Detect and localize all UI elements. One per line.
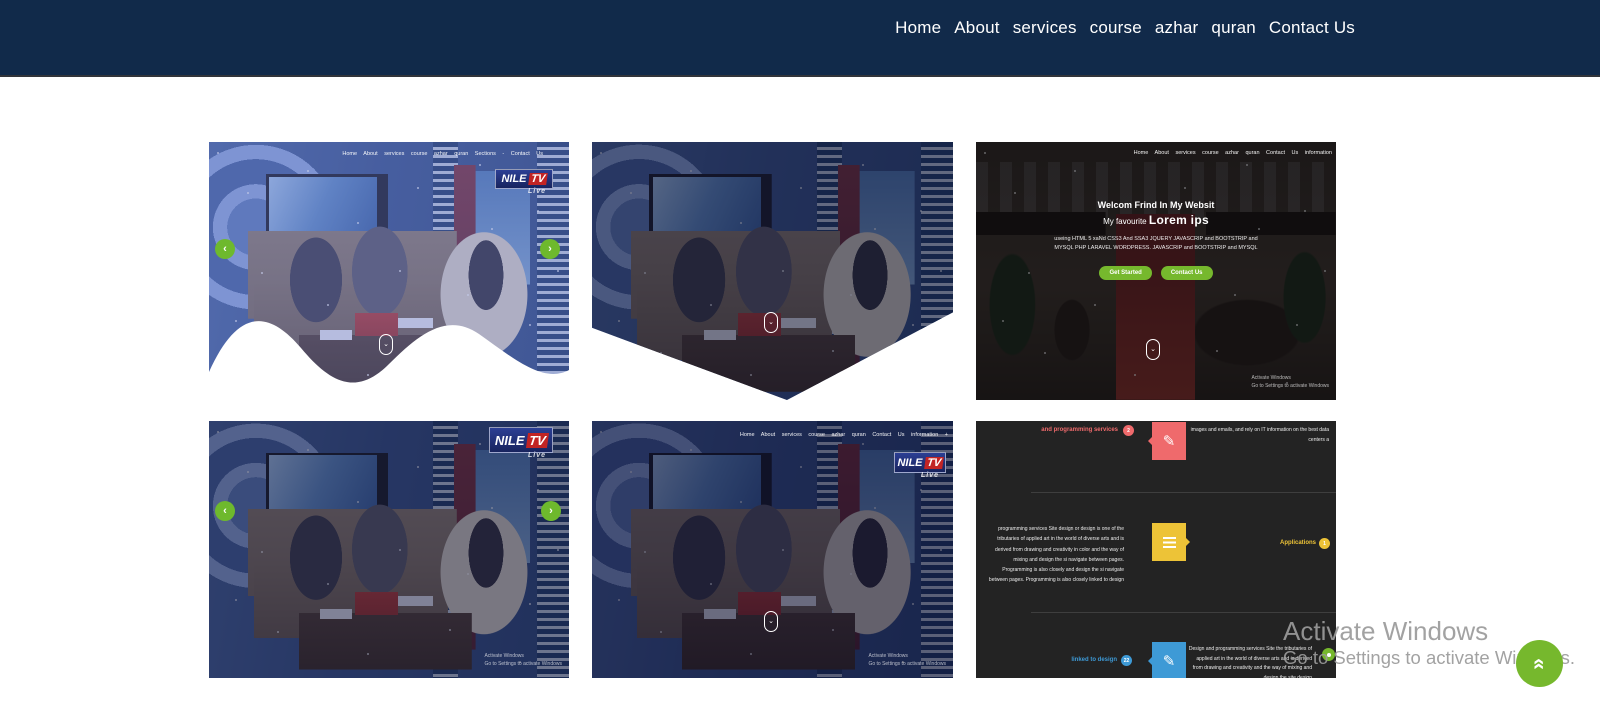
hero-copy: Welcom Frind In My Websit My favourite L…: [976, 200, 1336, 280]
nav-item-quran[interactable]: quran: [1211, 18, 1255, 38]
service-label-programming: and programming services: [976, 427, 1118, 433]
thumb-watermark: Activate Windows Go to Settings to activ…: [484, 374, 562, 390]
service-label-applications: Applications: [1216, 540, 1316, 546]
nile-tv-logo: NILETV Live: [894, 452, 946, 473]
live-label: Live: [921, 472, 939, 479]
overlay-tint: [592, 142, 953, 400]
thumb-watermark: Activate Windows Go to Settings to activ…: [484, 652, 562, 668]
thumb-watermark-line2: Go to Settings to activate Windows: [484, 660, 562, 668]
divider: [1031, 612, 1336, 613]
service-text-middle: programming services Site design or desi…: [988, 524, 1124, 586]
service-text-bottom: Design and programming services Site the…: [1187, 645, 1312, 678]
thumb-watermark-line1: Activate Windows: [484, 652, 562, 660]
chevron-down-icon: ⌄: [768, 319, 774, 326]
tv-logo-text: TV: [924, 457, 944, 469]
list-bars: [1163, 537, 1176, 548]
carousel-next-icon: ›: [541, 501, 561, 521]
thumb-watermark-line2: Go to Settings to activate Windows: [484, 382, 562, 390]
thumb-watermark-line1: Activate Windows: [484, 374, 562, 382]
list-icon: [1152, 523, 1186, 561]
mini-nav-text: Home About services course azhar quran S…: [342, 151, 543, 157]
carousel-next-icon: ›: [540, 239, 560, 259]
thumb-watermark-line1: Activate Windows: [868, 652, 946, 660]
nav-item-course[interactable]: course: [1090, 18, 1142, 38]
portfolio-item-chevron-slide[interactable]: ⌄: [592, 142, 953, 400]
top-navbar: Home About services course azhar quran C…: [0, 0, 1600, 77]
hero-subheading: My favourite Lorem ips: [976, 213, 1336, 227]
get-started-button: Get Started: [1099, 266, 1151, 280]
tv-logo-text: TV: [528, 173, 548, 185]
chevron-down-icon: ⌄: [1150, 346, 1156, 353]
tv-logo-text: TV: [525, 433, 548, 448]
nile-tv-logo: NILETV Live: [495, 169, 553, 189]
nile-logo-text: NILE: [495, 433, 525, 448]
scroll-indicator-icon: ⌄: [764, 611, 778, 632]
mini-nav-text: Home About services course azhar quran C…: [740, 432, 948, 438]
thumb-watermark: Activate Windows Go to Settings to activ…: [868, 652, 946, 668]
brush-glyph: ✎: [1163, 432, 1176, 450]
chevron-clip: [592, 142, 953, 400]
scroll-indicator-icon: ⌄: [379, 334, 393, 355]
nav-item-azhar[interactable]: azhar: [1155, 18, 1199, 38]
scroll-to-top-button[interactable]: «: [1516, 640, 1563, 687]
nile-tv-logo: NILETV Live: [489, 427, 553, 453]
chevron-down-icon: ⌄: [768, 618, 774, 625]
service-badge-red: 2: [1123, 425, 1134, 436]
nile-logo-text: NILE: [897, 457, 922, 469]
hero-paragraph: useing HTML 5 xaNd CSS3 And SSA3 JQUERY …: [1049, 235, 1264, 253]
brush-glyph: ✎: [1163, 652, 1176, 670]
thumb-watermark-line1: Activate Windows: [1251, 374, 1329, 382]
hero-buttons: Get Started Contact Us: [976, 266, 1336, 280]
portfolio-item-slide-full[interactable]: NILETV Live ‹ › Activate Windows Go to S…: [209, 421, 569, 678]
portfolio-item-welcome-hero[interactable]: Home About services course azhar quran C…: [976, 142, 1336, 400]
service-label-design: linked to design: [976, 657, 1117, 663]
thumb-watermark-line2: Go to Settings to activate Windows: [868, 660, 946, 668]
chevrons-up-icon: «: [1529, 658, 1550, 669]
portfolio-item-hero-nav[interactable]: Home About services course azhar quran C…: [592, 421, 953, 678]
portfolio-item-services-timeline[interactable]: and programming services 2 ✎ images and …: [976, 421, 1336, 678]
carousel-prev-icon: ‹: [215, 239, 235, 259]
hero-subheading-em: Lorem ips: [1149, 213, 1209, 227]
overlay-tint: [209, 421, 569, 678]
thumb-watermark-line2: Go to Settings to activate Windows: [1251, 382, 1329, 390]
nav-item-contact-us[interactable]: Contact Us: [1269, 18, 1355, 38]
live-label: Live: [528, 452, 546, 459]
nile-logo-text: NILE: [501, 173, 526, 185]
carousel-prev-icon: ‹: [215, 501, 235, 521]
live-label: Live: [528, 188, 546, 195]
brush-icon: ✎: [1152, 422, 1186, 460]
nav-item-home[interactable]: Home: [895, 18, 941, 38]
brush-icon: ✎: [1152, 642, 1186, 678]
scroll-indicator-icon: ⌄: [1146, 339, 1160, 360]
nav-item-about[interactable]: About: [954, 18, 999, 38]
contact-us-button: Contact Us: [1161, 266, 1213, 280]
nav-item-services[interactable]: services: [1013, 18, 1077, 38]
thumb-watermark: Activate Windows Go to Settings to activ…: [1251, 374, 1329, 390]
divider: [1031, 492, 1336, 493]
hero-subheading-prefix: My favourite: [1103, 217, 1147, 226]
service-badge-yellow: 1: [1319, 538, 1330, 549]
portfolio-item-wave-hero[interactable]: Home About services course azhar quran S…: [209, 142, 569, 400]
scroll-indicator-icon: ⌄: [764, 312, 778, 333]
hero-heading: Welcom Frind In My Websit: [976, 200, 1336, 210]
service-text-top: images and emails, and rely on IT inform…: [1189, 426, 1329, 445]
mini-nav-text: Home About services course azhar quran C…: [1134, 150, 1332, 156]
green-badge-icon: [1322, 648, 1335, 661]
service-badge-blue: 22: [1121, 655, 1132, 666]
portfolio-gallery: Home About services course azhar quran S…: [209, 142, 1336, 678]
chevron-down-icon: ⌄: [383, 341, 389, 348]
